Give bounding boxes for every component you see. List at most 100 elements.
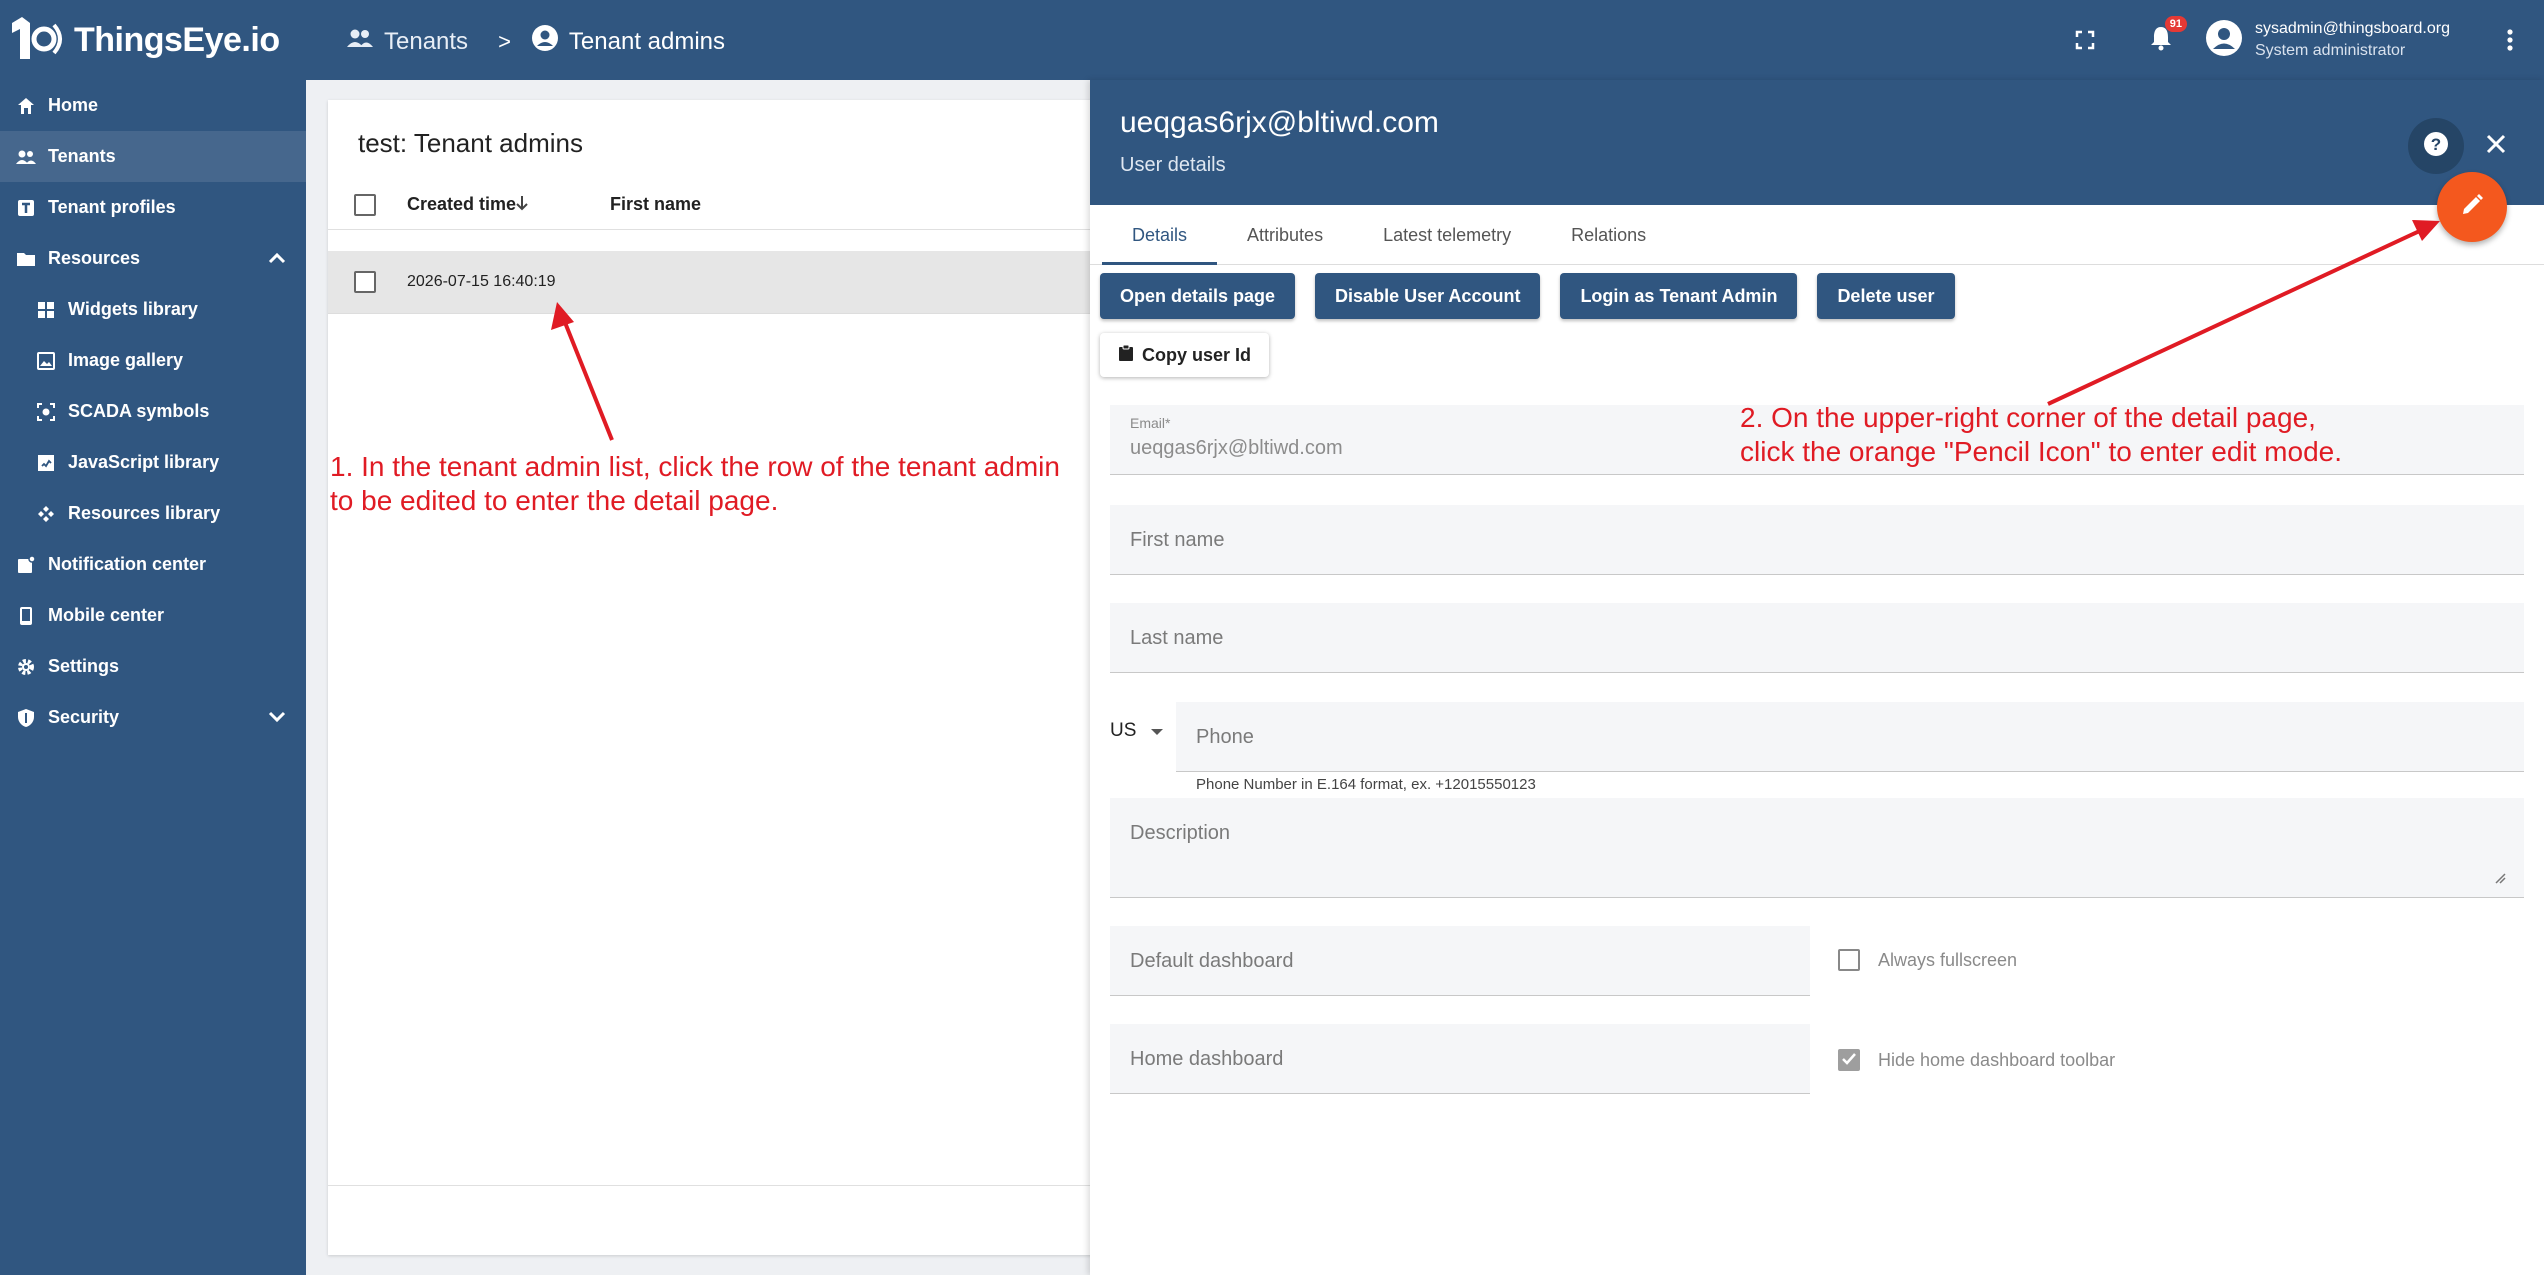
hide-toolbar-label: Hide home dashboard toolbar [1878,1049,2116,1070]
edit-button[interactable] [2437,172,2507,242]
sidebar-item-settings[interactable]: Settings [0,641,306,692]
breadcrumb-tenant-admins-label: Tenant admins [568,27,726,55]
sidebar-item-notification-center[interactable]: Notification center [0,539,306,590]
detail-title: ueqgas6rjx@bltiwd.com [1120,106,1439,139]
more-vert-icon[interactable] [2490,20,2530,60]
check-icon [1841,1050,1857,1071]
sidebar-item-widgets-library[interactable]: Widgets library [0,284,306,335]
close-button[interactable] [2476,126,2516,166]
delete-user-button[interactable]: Delete user [1817,273,1955,319]
sidebar-item-label: SCADA symbols [68,401,210,421]
column-created-time[interactable]: Created time [407,194,516,215]
sidebar-item-mobile-center[interactable]: Mobile center [0,590,306,641]
copy-user-id-label: Copy user Id [1142,344,1252,365]
tab-latest-telemetry[interactable]: Latest telemetry [1353,205,1541,265]
shield-icon [16,708,36,728]
fullscreen-icon[interactable] [2065,20,2105,60]
logo-text: ThingsEye.io [74,20,280,59]
resources-icon [36,504,56,524]
always-fullscreen-option[interactable]: Always fullscreen [1838,949,2017,971]
default-dashboard-field[interactable]: Default dashboard [1110,926,1810,996]
tab-relations[interactable]: Relations [1541,205,1676,265]
sidebar-item-scada-symbols[interactable]: SCADA symbols [0,386,306,437]
clipboard-icon [1118,344,1134,367]
notification-badge: 91 [2164,16,2187,32]
row-checkbox[interactable] [354,271,376,293]
svg-text:?: ? [2431,135,2441,154]
sidebar-item-tenants[interactable]: Tenants [0,131,306,182]
tenant-profiles-icon [16,198,36,218]
gear-icon [16,657,36,677]
login-as-tenant-admin-button[interactable]: Login as Tenant Admin [1560,273,1798,319]
sidebar-item-label: Security [48,707,120,727]
country-select[interactable]: US [1110,720,1164,742]
tab-attributes[interactable]: Attributes [1217,205,1353,265]
always-fullscreen-checkbox[interactable] [1838,949,1860,971]
email-value: ueqgas6rjx@bltiwd.com [1130,437,1343,459]
phone-placeholder: Phone [1196,726,1254,748]
widgets-icon [36,300,56,320]
sidebar-item-label: Mobile center [48,605,165,625]
sidebar-item-label: Tenants [48,146,116,166]
home-dashboard-field[interactable]: Home dashboard [1110,1024,1810,1094]
phone-field[interactable]: Phone [1176,702,2524,772]
column-first-name[interactable]: First name [610,194,701,215]
email-label: Email* [1130,415,1171,431]
breadcrumb-tenant-admins: Tenant admins [531,24,725,59]
sidebar-item-security[interactable]: Security [0,692,306,743]
close-icon [2486,134,2506,159]
javascript-icon [36,453,56,473]
page-title: test: Tenant admins [358,128,583,158]
account-circle-icon [531,24,559,59]
first-name-field[interactable]: First name [1110,505,2524,575]
detail-subtitle: User details [1120,154,1226,176]
breadcrumb-tenants-label: Tenants [384,27,469,55]
breadcrumb-tenants[interactable]: Tenants [346,27,468,56]
sidebar-item-label: JavaScript library [68,452,220,472]
chevron-down-icon [268,707,286,728]
help-button[interactable]: ? [2408,118,2464,174]
notification-center-icon [16,555,36,575]
breadcrumb: Tenants > Tenant admins [346,24,725,59]
image-icon [36,351,56,371]
sidebar-item-tenant-profiles[interactable]: Tenant profiles [0,182,306,233]
dropdown-arrow-icon [1150,720,1164,742]
always-fullscreen-label: Always fullscreen [1878,949,2018,970]
copy-user-id-button[interactable]: Copy user Id [1100,333,1270,377]
sidebar-item-label: Settings [48,656,120,676]
sidebar-item-javascript-library[interactable]: JavaScript library [0,437,306,488]
sidebar-item-resources-library[interactable]: Resources library [0,488,306,539]
sidebar-item-label: Notification center [48,554,207,574]
last-name-field[interactable]: Last name [1110,603,2524,673]
first-name-placeholder: First name [1130,529,1225,551]
top-bar-actions: 91 sysadmin@thingsboard.org System admin… [2065,0,2544,80]
sidebar-item-image-gallery[interactable]: Image gallery [0,335,306,386]
mobile-icon [16,606,36,626]
hide-toolbar-option[interactable]: Hide home dashboard toolbar [1838,1049,2115,1071]
annotation-step-1-line-2: to be edited to enter the detail page. [330,485,779,516]
sidebar-item-home[interactable]: Home [0,80,306,131]
scada-icon [36,402,56,422]
sidebar-item-label: Image gallery [68,350,184,370]
select-all-checkbox[interactable] [354,194,376,216]
disable-account-button[interactable]: Disable User Account [1315,273,1541,319]
tenants-icon [16,147,36,167]
resize-handle-icon[interactable] [2494,871,2506,889]
row-created-time: 2026-07-15 16:40:19 [407,273,556,290]
description-placeholder: Description [1130,822,1231,844]
tab-details[interactable]: Details [1102,205,1218,265]
user-detail-panel: ueqgas6rjx@bltiwd.com User details ? Det… [1090,80,2544,1275]
user-email: sysadmin@thingsboard.org [2254,20,2450,37]
annotation-step-2: 2. On the upper-right corner of the deta… [1740,401,2342,469]
hide-toolbar-checkbox[interactable] [1838,1049,1860,1071]
logo[interactable]: ThingsEye.io [8,14,280,66]
detail-header: ueqgas6rjx@bltiwd.com User details ? [1090,80,2544,205]
annotation-step-1: 1. In the tenant admin list, click the r… [330,450,1060,518]
country-code: US [1110,720,1137,741]
notifications-button[interactable]: 91 [2141,16,2187,60]
user-menu[interactable]: sysadmin@thingsboard.org System administ… [2205,18,2450,62]
sidebar-item-resources[interactable]: Resources [0,233,306,284]
description-field[interactable]: Description [1110,798,2524,898]
open-details-page-button[interactable]: Open details page [1100,273,1296,319]
sidebar-item-label: Resources [48,248,141,268]
